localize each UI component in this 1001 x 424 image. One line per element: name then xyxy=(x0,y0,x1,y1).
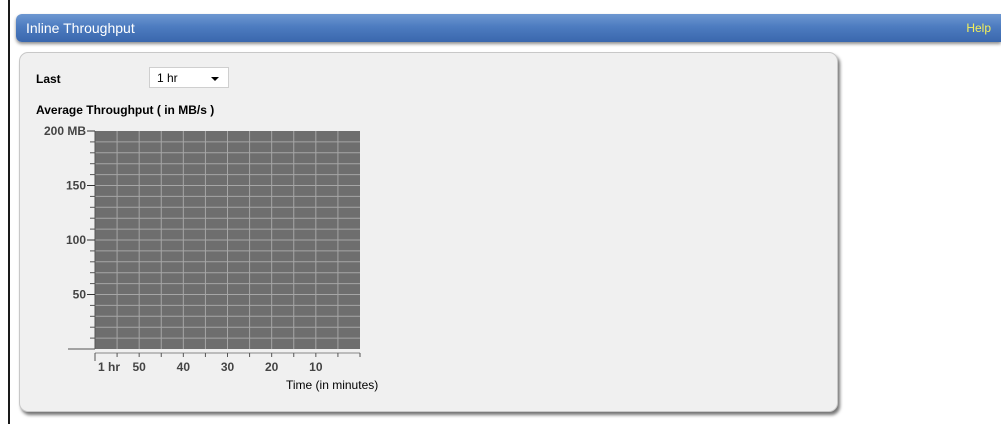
x-tick-label: 20 xyxy=(265,360,279,374)
throughput-panel: Last 1 hr Average Throughput ( in MB/s )… xyxy=(19,52,838,412)
y-tick-label: 100 xyxy=(66,233,86,247)
throughput-chart: 200 MB 150 100 50 1 hr 50 40 30 20 10 xyxy=(44,124,361,374)
y-tick-label: 50 xyxy=(73,288,87,302)
window-frame-edge xyxy=(8,0,10,424)
x-tick-label: 1 hr xyxy=(98,360,120,374)
y-tick-label: 200 MB xyxy=(44,124,86,138)
panel-title: Inline Throughput xyxy=(26,20,135,36)
x-tick-label: 30 xyxy=(221,360,235,374)
x-tick-label: 50 xyxy=(132,360,146,374)
x-axis-title: Time (in minutes) xyxy=(286,378,379,392)
x-tick-label: 10 xyxy=(309,360,323,374)
y-tick-label: 150 xyxy=(66,179,86,193)
help-link[interactable]: Help xyxy=(966,21,991,35)
panel-header: Inline Throughput Help xyxy=(16,14,1001,42)
x-tick-label: 40 xyxy=(177,360,191,374)
